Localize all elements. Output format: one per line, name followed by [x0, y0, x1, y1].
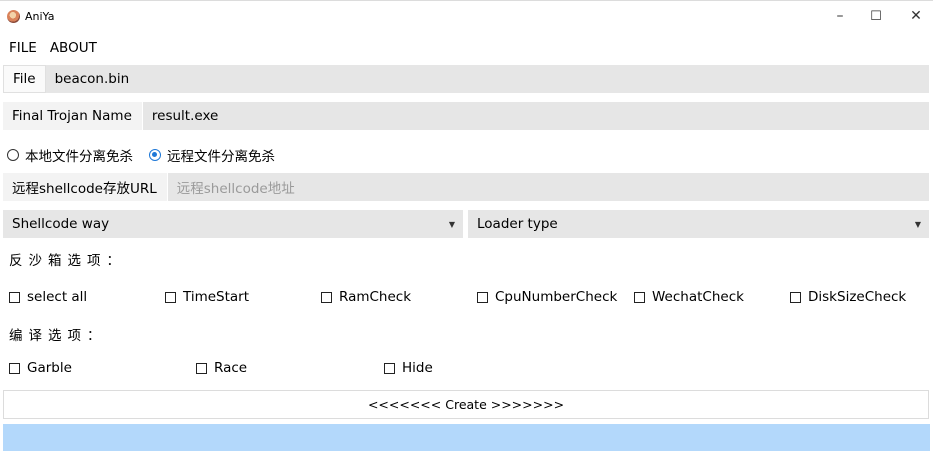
menu-bar: FILE ABOUT	[0, 36, 101, 60]
create-button[interactable]: <<<<<<< Create >>>>>>>	[3, 390, 929, 419]
app-logo-icon	[7, 10, 20, 23]
window-title: AniYa	[25, 10, 55, 23]
checkbox-icon	[384, 362, 395, 374]
option-label: CpuNumberCheck	[495, 289, 618, 305]
local-separation-radio[interactable]	[7, 149, 19, 161]
shellcode-way-value: Shellcode way	[12, 216, 110, 232]
option-label: WechatCheck	[652, 289, 744, 305]
sandbox-option-cpunumbercheck[interactable]: CpuNumberCheck	[477, 287, 617, 307]
shellcode-url-input[interactable]: 远程shellcode地址	[168, 177, 295, 197]
app-window: AniYa – ☐ ✕ FILE ABOUT File beacon.bin F…	[0, 0, 933, 451]
loader-type-select[interactable]: Loader type ▼	[468, 210, 929, 238]
shellcode-url-row: 远程shellcode存放URL 远程shellcode地址	[3, 173, 929, 201]
trojan-name-row: Final Trojan Name result.exe	[3, 102, 929, 130]
option-label: select all	[27, 289, 88, 305]
checkbox-icon	[9, 362, 20, 374]
file-path-field[interactable]: beacon.bin	[46, 71, 130, 87]
option-label: Hide	[402, 360, 433, 376]
compile-option-race[interactable]: Race	[196, 358, 247, 378]
remote-separation-radio[interactable]	[149, 149, 161, 161]
close-button[interactable]: ✕	[893, 1, 933, 31]
minimize-icon: –	[836, 8, 844, 24]
sandbox-option-wechatcheck[interactable]: WechatCheck	[634, 287, 744, 307]
shellcode-way-select[interactable]: Shellcode way ▼	[3, 210, 463, 238]
shellcode-url-label: 远程shellcode存放URL	[3, 173, 168, 201]
option-label: RamCheck	[339, 289, 412, 305]
loader-type-value: Loader type	[477, 216, 558, 232]
sandbox-option-disksizecheck[interactable]: DiskSizeCheck	[790, 287, 906, 307]
compile-section-title: 编译选项：	[9, 328, 107, 344]
sandbox-option-ramcheck[interactable]: RamCheck	[321, 287, 411, 307]
separation-mode-group: 本地文件分离免杀 远程文件分离免杀	[7, 143, 291, 167]
sandbox-section-title: 反沙箱选项：	[9, 253, 126, 269]
local-separation-label[interactable]: 本地文件分离免杀	[25, 145, 133, 165]
status-bar	[3, 424, 930, 451]
checkbox-icon	[165, 291, 176, 303]
option-label: TimeStart	[183, 289, 250, 305]
dropdown-arrow-icon: ▼	[914, 219, 922, 229]
trojan-name-label: Final Trojan Name	[3, 102, 143, 130]
checkbox-icon	[321, 291, 332, 303]
checkbox-icon	[9, 291, 20, 303]
remote-separation-label[interactable]: 远程文件分离免杀	[167, 145, 275, 165]
menu-file[interactable]: FILE	[0, 36, 41, 60]
maximize-icon: ☐	[870, 8, 882, 24]
sandbox-option-select-all[interactable]: select all	[9, 287, 87, 307]
compile-option-hide[interactable]: Hide	[384, 358, 433, 378]
checkbox-icon	[634, 291, 645, 303]
file-button[interactable]: File	[3, 65, 46, 93]
checkbox-icon	[477, 291, 488, 303]
sandbox-option-timestart[interactable]: TimeStart	[165, 287, 249, 307]
option-label: Race	[214, 360, 248, 376]
file-row: File beacon.bin	[3, 65, 929, 93]
title-bar: AniYa – ☐ ✕	[0, 1, 933, 31]
option-label: DiskSizeCheck	[808, 289, 907, 305]
menu-about[interactable]: ABOUT	[41, 36, 101, 60]
option-label: Garble	[27, 360, 72, 376]
dropdown-arrow-icon: ▼	[448, 219, 456, 229]
close-icon: ✕	[910, 8, 922, 24]
compile-option-garble[interactable]: Garble	[9, 358, 72, 378]
checkbox-icon	[790, 291, 801, 303]
checkbox-icon	[196, 362, 207, 374]
trojan-name-input[interactable]: result.exe	[143, 108, 218, 124]
